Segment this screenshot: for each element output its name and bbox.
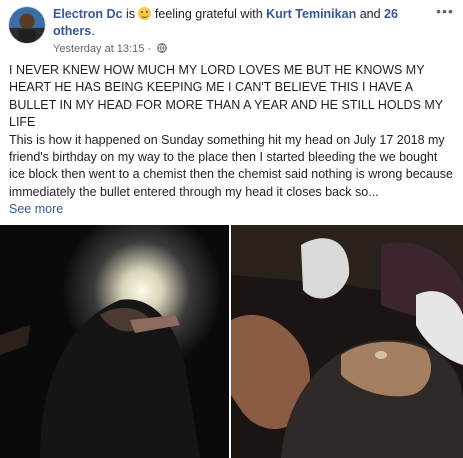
photo-1[interactable] [0,225,229,458]
more-options-icon[interactable]: ••• [435,4,455,18]
meta-separator: · [147,43,152,55]
timestamp[interactable]: Yesterday at 13:15 [53,43,144,55]
post-paragraph-1: I NEVER KNEW HOW MUCH MY LORD LOVES ME B… [9,63,443,130]
and-word: and [359,7,381,21]
post-meta: Yesterday at 13:15 · [53,42,167,56]
photo-2[interactable] [231,225,463,458]
feeling-text: feeling grateful with [154,7,263,21]
see-more-link[interactable]: See more [9,202,63,216]
photo-grid [0,225,463,458]
post-paragraph-2: This is how it happened on Sunday someth… [9,132,454,199]
avatar[interactable] [8,6,46,44]
tagged-person-link[interactable]: Kurt Teminikan [266,7,356,21]
post-header: Electron Dc is feeling grateful with Kur… [8,4,455,56]
facebook-post: Electron Dc is feeling grateful with Kur… [0,0,463,458]
is-word: is [125,7,135,21]
slightly-smiling-emoji-icon [138,7,152,20]
headline-period: . [91,24,95,38]
post-headline: Electron Dc is feeling grateful with Kur… [53,6,423,40]
post-body: I NEVER KNEW HOW MUCH MY LORD LOVES ME B… [9,62,455,219]
author-name[interactable]: Electron Dc [53,7,122,21]
globe-icon[interactable] [157,43,167,53]
